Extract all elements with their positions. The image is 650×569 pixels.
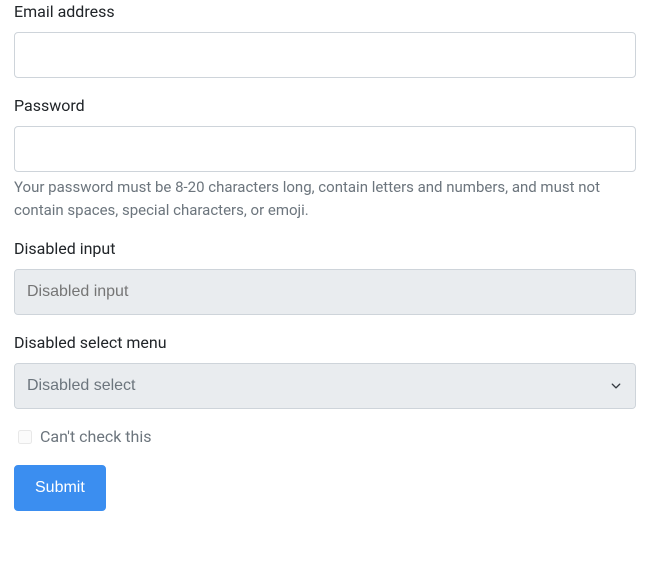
disabled-select-label: Disabled select menu <box>14 331 167 355</box>
email-label: Email address <box>14 0 115 24</box>
password-label: Password <box>14 94 85 118</box>
example-form: Email address Password Your password mus… <box>14 0 636 511</box>
disabled-select-group: Disabled select menu Disabled select <box>14 331 636 409</box>
disabled-text-input <box>14 269 636 315</box>
disabled-checkbox <box>18 430 32 444</box>
disabled-input-group: Disabled input <box>14 237 636 315</box>
disabled-checkbox-group: Can't check this <box>14 425 636 449</box>
password-input[interactable] <box>14 126 636 172</box>
email-input[interactable] <box>14 32 636 78</box>
password-help-text: Your password must be 8-20 characters lo… <box>14 176 636 221</box>
email-group: Email address <box>14 0 636 78</box>
disabled-checkbox-label: Can't check this <box>40 425 151 449</box>
submit-button[interactable]: Submit <box>14 465 106 511</box>
password-group: Password Your password must be 8-20 char… <box>14 94 636 221</box>
disabled-input-label: Disabled input <box>14 237 115 261</box>
disabled-select: Disabled select <box>14 363 636 409</box>
